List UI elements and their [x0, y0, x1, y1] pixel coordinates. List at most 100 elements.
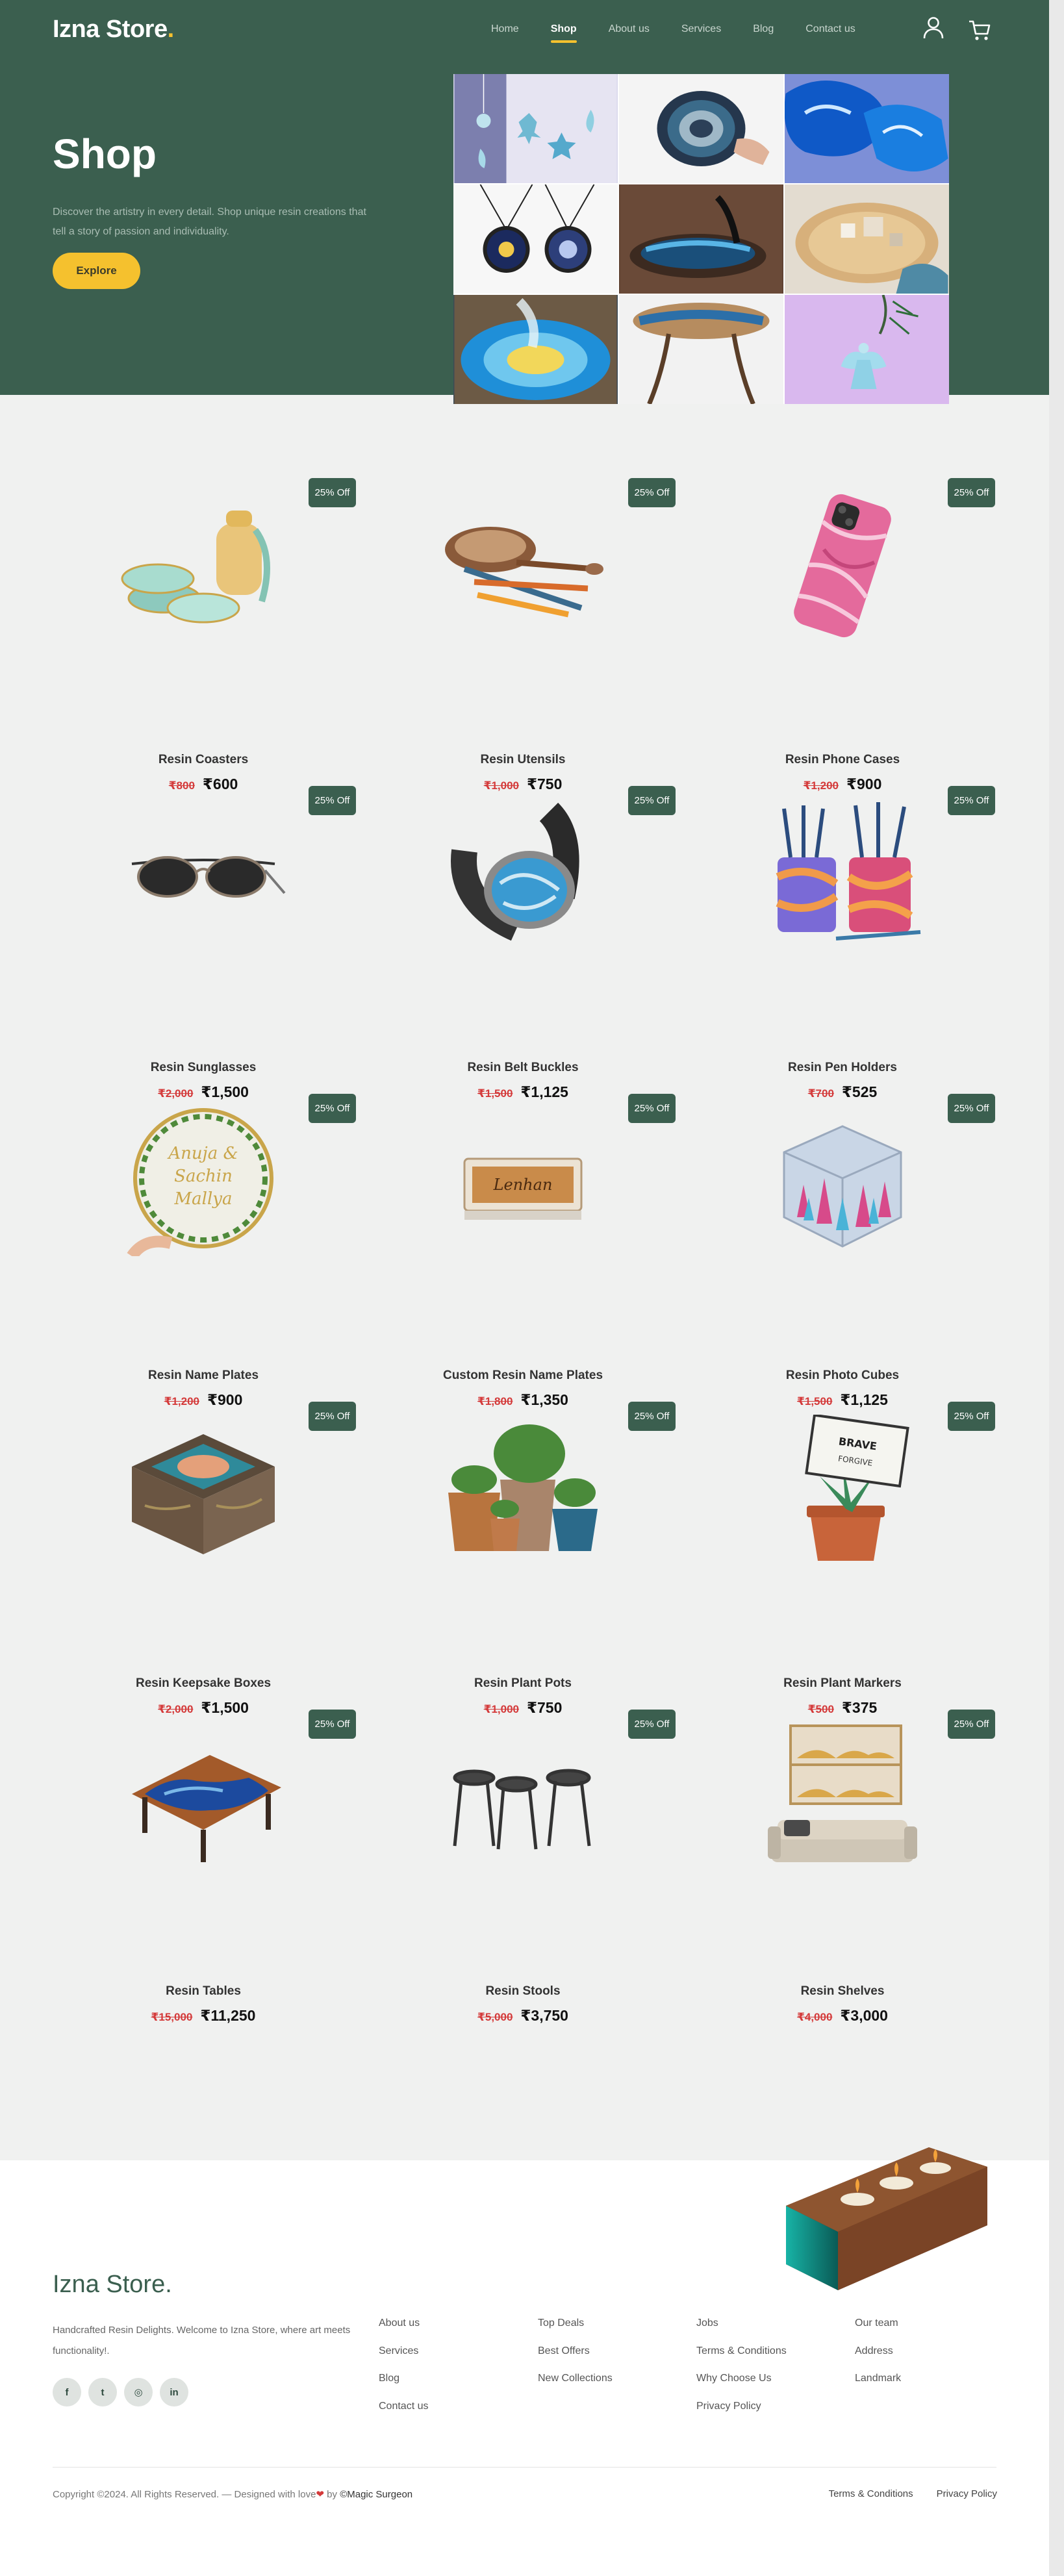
product-name[interactable]: Resin Plant Pots — [370, 1676, 676, 1691]
discount-badge: 25% Off — [628, 786, 676, 815]
footer-link-best-offers[interactable]: Best Offers — [538, 2344, 613, 2358]
svg-text:Mallya: Mallya — [174, 1189, 233, 1209]
site-footer: Izna Store. Handcrafted Resin Delights. … — [0, 2147, 1049, 2576]
discount-badge: 25% Off — [948, 1710, 995, 1739]
product-card-custom-resin-name-plates[interactable]: 25% Off Lenhan Custom Resin Name Plates ₹1,… — [370, 1094, 676, 1408]
product-card-resin-phone-cases[interactable]: 25% Off Resin Phone Cases ₹1,200 ₹900 — [690, 478, 995, 792]
product-card-resin-coasters[interactable]: 25% Off Resin Coasters ₹800 ₹600 — [51, 478, 356, 792]
footer-divider — [53, 2467, 996, 2468]
footer-link-privacy-policy[interactable]: Privacy Policy — [696, 2399, 787, 2413]
product-image[interactable] — [758, 1723, 927, 1872]
footer-link-why-choose-us[interactable]: Why Choose Us — [696, 2371, 787, 2385]
sale-price: ₹3,000 — [840, 2007, 888, 2024]
footer-link-blog[interactable]: Blog — [379, 2371, 428, 2385]
footer-about-text: Handcrafted Resin Delights. Welcome to I… — [53, 2325, 351, 2356]
instagram-icon[interactable]: ◎ — [124, 2378, 153, 2406]
footer-link-terms-conditions[interactable]: Terms & Conditions — [696, 2344, 787, 2358]
product-name[interactable]: Resin Keepsake Boxes — [51, 1676, 356, 1691]
product-image[interactable] — [119, 1415, 288, 1564]
product-card-resin-pen-holders[interactable]: 25% Off Resin Pen Holders ₹700 ₹525 — [690, 786, 995, 1100]
legal-link-privacy-policy[interactable]: Privacy Policy — [937, 2488, 997, 2499]
footer-logo[interactable]: Izna Store. — [53, 2271, 172, 2299]
footer-link-about-us[interactable]: About us — [379, 2316, 428, 2330]
product-image[interactable] — [438, 799, 607, 948]
product-name[interactable]: Resin Name Plates — [51, 1369, 356, 1383]
footer-link-services[interactable]: Services — [379, 2344, 428, 2358]
legal-link-terms-conditions[interactable]: Terms & Conditions — [829, 2488, 913, 2499]
nav-link-services[interactable]: Services — [681, 23, 721, 35]
product-name[interactable]: Resin Phone Cases — [690, 753, 995, 767]
product-name[interactable]: Resin Belt Buckles — [370, 1061, 676, 1075]
original-price: ₹4,000 — [797, 2011, 833, 2023]
discount-badge: 25% Off — [309, 1094, 356, 1123]
hero-tile-wood-tray — [785, 184, 949, 294]
product-card-resin-tables[interactable]: 25% Off Resin Tables ₹15,000 ₹11,250 — [51, 1710, 356, 2024]
footer-link-our-team[interactable]: Our team — [855, 2316, 901, 2330]
svg-text:Anuja &: Anuja & — [167, 1144, 238, 1163]
product-card-resin-plant-markers[interactable]: 25% Off BRAVE FORGIVE Resin Plant Markers ₹5… — [690, 1402, 995, 1716]
product-name[interactable]: Resin Stools — [370, 1984, 676, 1999]
product-card-resin-belt-buckles[interactable]: 25% Off Resin Belt Buckles ₹1,500 ₹1,125 — [370, 786, 676, 1100]
cart-icon[interactable] — [967, 18, 992, 43]
product-image[interactable] — [438, 1723, 607, 1872]
product-name[interactable]: Resin Plant Markers — [690, 1676, 995, 1691]
product-name[interactable]: Resin Coasters — [51, 753, 356, 767]
product-card-resin-shelves[interactable]: 25% Off Resin Shelves ₹4,000 ₹3,000 — [690, 1710, 995, 2024]
product-name[interactable]: Custom Resin Name Plates — [370, 1369, 676, 1383]
product-image[interactable]: Lenhan — [438, 1107, 607, 1256]
product-card-resin-keepsake-boxes[interactable]: 25% Off Resin Keepsake Boxes ₹2,000 ₹1,500 — [51, 1402, 356, 1716]
original-price: ₹15,000 — [151, 2011, 193, 2023]
product-name[interactable]: Resin Shelves — [690, 1984, 995, 1999]
svg-text:Lenhan: Lenhan — [493, 1176, 553, 1194]
product-card-resin-stools[interactable]: 25% Off Resin Stools ₹5,000 ₹3,750 — [370, 1710, 676, 2024]
product-image[interactable] — [438, 491, 607, 640]
twitter-icon[interactable]: t — [88, 2378, 117, 2406]
product-image[interactable] — [119, 491, 288, 640]
discount-badge: 25% Off — [309, 1710, 356, 1739]
footer-link-top-deals[interactable]: Top Deals — [538, 2316, 613, 2330]
product-card-resin-name-plates[interactable]: 25% Off Anuja & Sachin Mallya Resin Name Pla… — [51, 1094, 356, 1408]
product-image[interactable] — [758, 799, 927, 948]
scrollbar-track[interactable] — [1049, 0, 1064, 2576]
footer-link-contact-us[interactable]: Contact us — [379, 2399, 428, 2413]
footer-link-address[interactable]: Address — [855, 2344, 901, 2358]
footer-link-landmark[interactable]: Landmark — [855, 2371, 901, 2385]
page-title: Shop — [53, 131, 157, 177]
product-name[interactable]: Resin Tables — [51, 1984, 356, 1999]
footer-link-new-collections[interactable]: New Collections — [538, 2371, 613, 2385]
nav-link-contact-us[interactable]: Contact us — [805, 23, 855, 35]
product-name[interactable]: Resin Utensils — [370, 753, 676, 767]
explore-button[interactable]: Explore — [53, 253, 140, 289]
product-card-resin-photo-cubes[interactable]: 25% Off Resin Photo Cubes ₹1,500 ₹1,125 — [690, 1094, 995, 1408]
product-image[interactable] — [758, 1107, 927, 1256]
footer-column-2: Top Deals Best Offers New Collections — [538, 2316, 613, 2399]
discount-badge: 25% Off — [309, 478, 356, 507]
product-card-resin-plant-pots[interactable]: 25% Off Resin Plant Pots ₹1,000 ₹750 — [370, 1402, 676, 1716]
linkedin-icon[interactable]: in — [160, 2378, 188, 2406]
product-image[interactable]: BRAVE FORGIVE — [758, 1415, 927, 1564]
facebook-icon[interactable]: f — [53, 2378, 81, 2406]
designer-credit[interactable]: ©Magic Surgeon — [340, 2489, 412, 2500]
nav-link-about-us[interactable]: About us — [609, 23, 650, 35]
product-image[interactable] — [758, 491, 927, 640]
product-name[interactable]: Resin Photo Cubes — [690, 1369, 995, 1383]
heart-icon: ❤ — [316, 2489, 324, 2500]
product-image[interactable]: Anuja & Sachin Mallya — [119, 1107, 288, 1256]
store-logo[interactable]: Izna Store. — [53, 16, 174, 44]
user-icon[interactable] — [921, 16, 946, 40]
discount-badge: 25% Off — [948, 786, 995, 815]
product-name[interactable]: Resin Sunglasses — [51, 1061, 356, 1075]
product-card-resin-sunglasses[interactable]: 25% Off Resin Sunglasses ₹2,000 ₹1,500 — [51, 786, 356, 1100]
footer-column-1: About us Services Blog Contact us — [379, 2316, 428, 2427]
nav-link-home[interactable]: Home — [491, 23, 519, 35]
product-image[interactable] — [119, 1723, 288, 1872]
nav-link-blog[interactable]: Blog — [753, 23, 774, 35]
product-image[interactable] — [119, 799, 288, 948]
product-image[interactable] — [438, 1415, 607, 1564]
footer-column-4: Our team Address Landmark — [855, 2316, 901, 2399]
hero-tile-pendants — [453, 184, 618, 294]
product-name[interactable]: Resin Pen Holders — [690, 1061, 995, 1075]
product-card-resin-utensils[interactable]: 25% Off Resin Utensils ₹1,000 ₹750 — [370, 478, 676, 792]
footer-link-jobs[interactable]: Jobs — [696, 2316, 787, 2330]
nav-link-shop[interactable]: Shop — [550, 23, 577, 43]
